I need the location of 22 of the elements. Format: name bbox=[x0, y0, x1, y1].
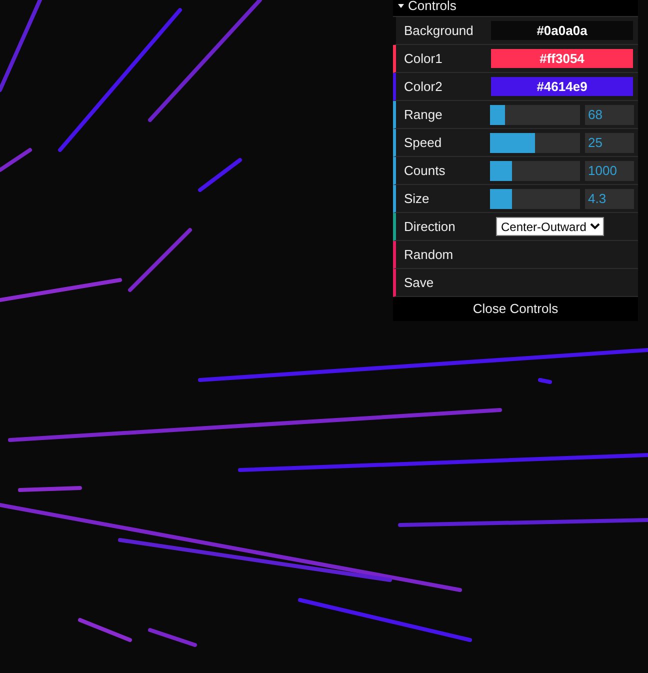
color-swatch[interactable]: #ff3054 bbox=[490, 48, 634, 69]
control-label: Speed bbox=[404, 134, 443, 152]
number-field[interactable]: 25 bbox=[585, 132, 634, 152]
control-label: Direction bbox=[404, 218, 456, 236]
slider-track[interactable] bbox=[490, 132, 580, 152]
control-label: Color1 bbox=[404, 50, 444, 68]
action-button[interactable]: Random bbox=[393, 241, 638, 269]
control-label: Counts bbox=[404, 162, 446, 180]
color-swatch[interactable]: #4614e9 bbox=[490, 76, 634, 97]
slider-track[interactable] bbox=[490, 104, 580, 124]
number-field[interactable]: 4.3 bbox=[585, 188, 634, 208]
slider-track[interactable] bbox=[490, 188, 580, 208]
slider-track[interactable] bbox=[490, 160, 580, 180]
control-label: Size bbox=[404, 190, 430, 208]
number-field[interactable]: 1000 bbox=[585, 160, 634, 180]
control-label: Background bbox=[404, 22, 474, 40]
control-label: Color2 bbox=[404, 78, 444, 96]
action-button[interactable]: Save bbox=[393, 269, 638, 297]
color-swatch[interactable]: #0a0a0a bbox=[490, 20, 634, 41]
direction-dropdown[interactable]: Center-Outward bbox=[496, 217, 604, 236]
control-label: Range bbox=[404, 106, 444, 124]
number-field[interactable]: 68 bbox=[585, 104, 634, 124]
